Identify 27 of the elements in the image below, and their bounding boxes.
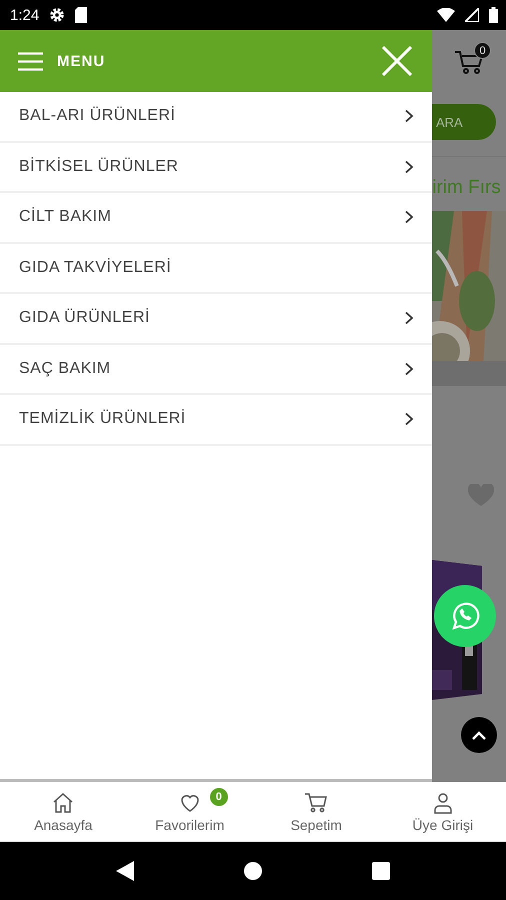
wifi-icon (437, 8, 455, 22)
settings-icon (49, 7, 66, 23)
sd-card-icon (75, 7, 88, 23)
caret-icon (472, 730, 486, 740)
section-heading: lirim Fırs (432, 177, 502, 199)
favorites-badge: 0 (210, 788, 228, 806)
close-icon[interactable] (382, 46, 412, 76)
nav-label: Favorilerim (155, 816, 224, 832)
nav-item[interactable]: 0 Favorilerim (126, 782, 253, 841)
nav-item[interactable]: Sepetim (253, 782, 380, 841)
cart-icon (304, 790, 328, 814)
battery-icon (489, 7, 498, 23)
nav-label: Üye Girişi (412, 816, 474, 832)
home-icon (51, 790, 76, 814)
nav-label: Anasayfa (34, 816, 92, 832)
home-icon[interactable] (244, 862, 262, 880)
nav-item[interactable]: Anasayfa (0, 782, 126, 841)
status-time: 1:24 (10, 6, 40, 24)
menu-title: MENU (57, 52, 106, 70)
menu-item[interactable]: BİTKİSEL ÜRÜNLER (0, 142, 432, 193)
menu-icon[interactable] (18, 52, 43, 70)
signal-icon (465, 8, 479, 22)
nav-item[interactable]: Üye Girişi (380, 782, 506, 841)
nav-label: Sepetim (290, 816, 342, 832)
back-icon[interactable] (116, 861, 134, 881)
whatsapp-icon (450, 601, 480, 631)
cart-badge: 0 (474, 42, 491, 59)
